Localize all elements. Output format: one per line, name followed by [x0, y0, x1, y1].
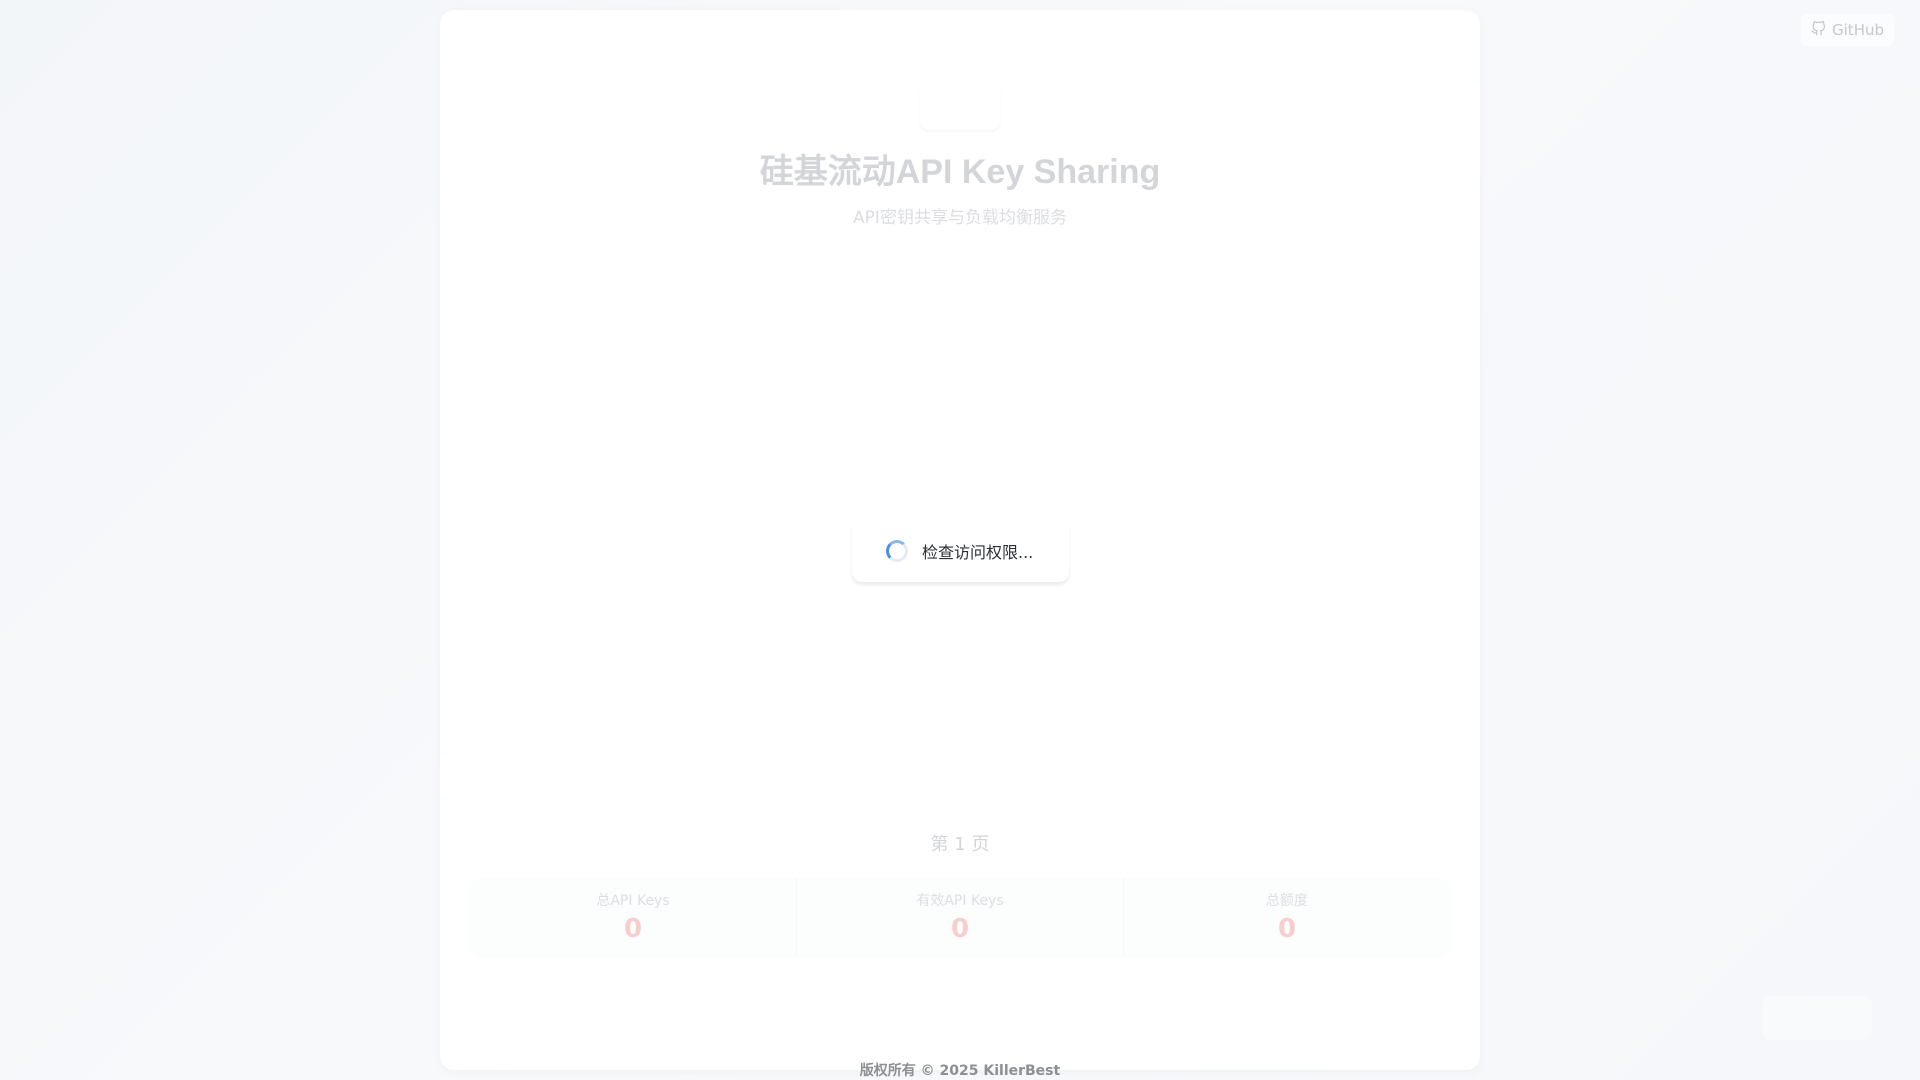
stat-total-keys: 总API Keys 0 — [470, 878, 797, 956]
loading-text: 检查访问权限... — [922, 543, 1034, 562]
main-card: 硅基流动API Key Sharing API密钥共享与负载均衡服务 检查访问权… — [440, 10, 1480, 1079]
stat-value: 0 — [623, 914, 643, 944]
stat-label: 总额度 — [1266, 893, 1308, 909]
page-title: 硅基流动API Key Sharing — [759, 153, 1161, 191]
logo — [920, 90, 1000, 130]
stat-valid-keys: 有效API Keys 0 — [797, 878, 1124, 956]
spinner-icon — [886, 540, 908, 562]
stats-panel: 总API Keys 0 有效API Keys 0 总额度 0 — [470, 878, 1450, 956]
github-label: GitHub — [1832, 21, 1884, 39]
stat-total-quota: 总额度 0 — [1124, 878, 1450, 956]
stat-label: 总API Keys — [596, 893, 670, 909]
loading-indicator: 检查访问权限... — [852, 520, 1069, 582]
github-icon — [1811, 20, 1826, 40]
stat-label: 有效API Keys — [916, 893, 1004, 909]
footer-copyright: 版权所有 © 2025 KillerBest — [859, 1063, 1061, 1079]
stat-value: 0 — [1277, 914, 1297, 944]
page-indicator: 第 1 页 — [930, 834, 990, 855]
page-subtitle: API密钥共享与负载均衡服务 — [853, 208, 1067, 228]
github-link[interactable]: GitHub — [1801, 14, 1894, 46]
stat-value: 0 — [950, 914, 970, 944]
floating-widget — [1762, 996, 1872, 1040]
